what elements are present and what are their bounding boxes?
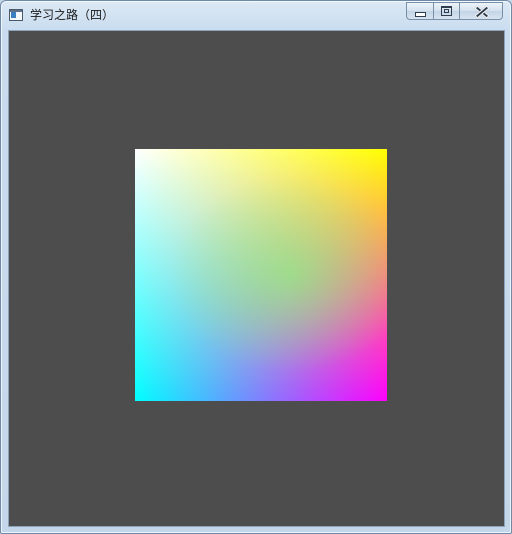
minimize-icon (414, 11, 426, 17)
maximize-icon (441, 6, 452, 16)
color-gradient-quad (135, 149, 387, 401)
minimize-button[interactable] (406, 2, 433, 20)
render-canvas[interactable] (8, 30, 505, 527)
window-controls (406, 2, 503, 21)
close-icon (475, 6, 487, 16)
app-icon[interactable] (9, 9, 23, 21)
close-button[interactable] (459, 2, 503, 20)
title-bar[interactable]: 学习之路（四） (1, 1, 511, 30)
quad-center-blend (135, 149, 387, 401)
app-window: 学习之路（四） (0, 0, 512, 534)
window-title: 学习之路（四） (30, 8, 115, 22)
maximize-button[interactable] (433, 2, 459, 20)
